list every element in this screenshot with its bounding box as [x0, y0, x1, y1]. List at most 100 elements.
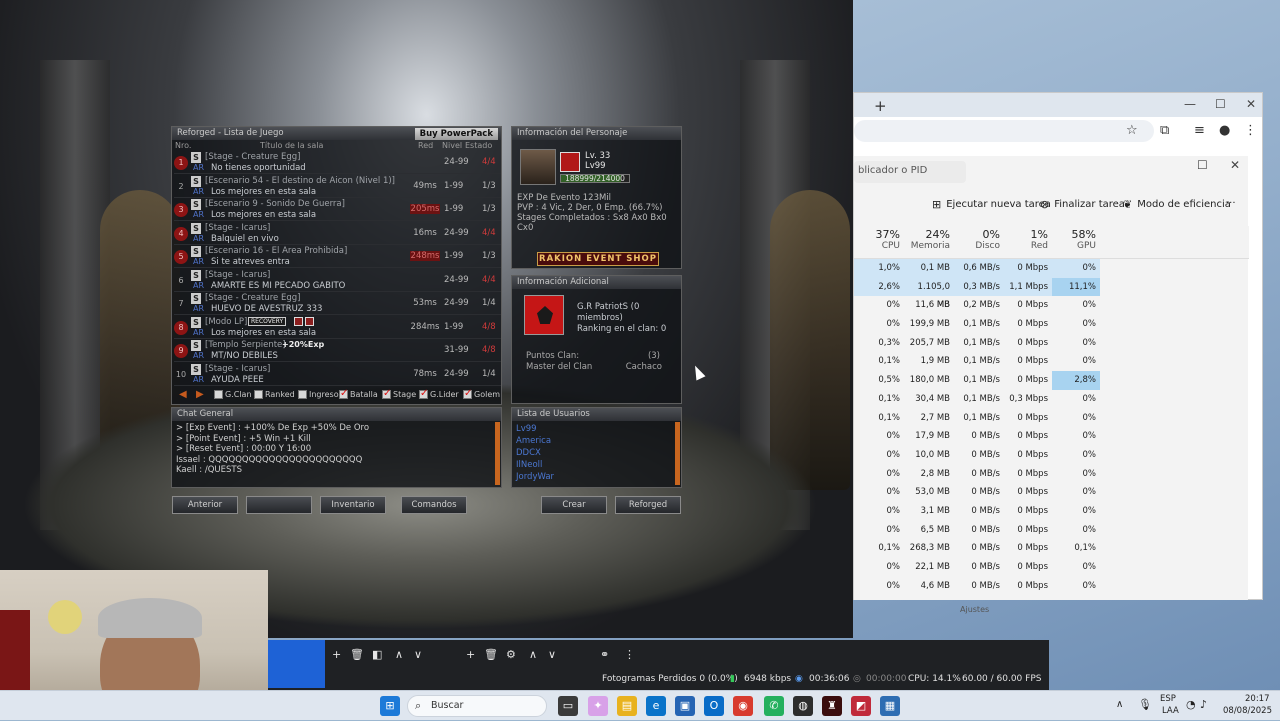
checkbox[interactable]: [339, 388, 348, 399]
clock-time[interactable]: 20:17: [1245, 694, 1270, 704]
blank-button[interactable]: [246, 496, 312, 514]
process-row[interactable]: 0,1% 2,7 MB 0,1 MB/s 0 Mbps 0%: [854, 409, 1249, 428]
room-row[interactable]: 4 S AR [Stage - Icarus] Balquiel en vivo 16ms…: [174, 222, 501, 245]
start-icon[interactable]: ⊞: [380, 696, 400, 716]
room-row[interactable]: 3 S AR [Escenario 9 - Sonido De Guerra] Los …: [174, 198, 501, 221]
copilot-icon[interactable]: ✦: [588, 696, 608, 716]
column-header-memoria[interactable]: 24% Memoria: [910, 228, 950, 251]
filter-ingreso[interactable]: Ingreso: [298, 390, 339, 399]
filter-icon[interactable]: ◧: [372, 648, 382, 661]
buy-powerpack-button[interactable]: Buy PowerPack: [414, 128, 498, 140]
process-row[interactable]: 0% 11,6 MB 0,2 MB/s 0 Mbps 0%: [854, 296, 1249, 315]
new-tab-icon[interactable]: +: [874, 97, 887, 115]
task-manager-search[interactable]: blicador o PID: [854, 161, 966, 183]
edge-icon[interactable]: e: [646, 696, 666, 716]
tm-close-icon[interactable]: ✕: [1230, 158, 1240, 172]
menu-kebab-icon[interactable]: ⋮: [1244, 123, 1257, 138]
checkbox[interactable]: [214, 390, 223, 399]
reforged-button[interactable]: Reforged: [615, 496, 681, 514]
event-shop-button[interactable]: RAKION EVENT SHOP: [537, 252, 659, 266]
gear-icon[interactable]: ⚙: [506, 648, 516, 661]
process-row[interactable]: 0% 4,6 MB 0 MB/s 0 Mbps 0%: [854, 577, 1249, 596]
task-manager-window[interactable]: blicador o PID ☐ ✕ ⊞ Ejecutar nueva tare…: [853, 156, 1249, 600]
new-task-button[interactable]: ⊞ Ejecutar nueva tarea: [932, 198, 1051, 211]
profile-avatar-icon[interactable]: ●: [1219, 123, 1230, 138]
user-name[interactable]: IlNeoll: [516, 459, 677, 471]
next-arrow-icon[interactable]: ▶: [196, 389, 204, 400]
column-header-red[interactable]: 1% Red: [1008, 228, 1048, 251]
process-row[interactable]: 0,1% 268,3 MB 0 MB/s 0 Mbps 0,1%: [854, 539, 1249, 558]
more-options-button[interactable]: ···: [1226, 198, 1236, 209]
process-row[interactable]: 0% 199,9 MB 0,1 MB/s 0 Mbps 0%: [854, 315, 1249, 334]
process-row[interactable]: 0% 10,0 MB 0 MB/s 0 Mbps 0%: [854, 446, 1249, 465]
whatsapp-icon[interactable]: ✆: [764, 696, 784, 716]
down-icon[interactable]: ∨: [414, 648, 422, 661]
process-row[interactable]: 1,0% 0,1 MB 0,6 MB/s 0 Mbps 0%: [854, 259, 1249, 278]
user-name[interactable]: JordyWar: [516, 471, 677, 483]
process-row[interactable]: 0% 3,1 MB 0 MB/s 0 Mbps 0%: [854, 502, 1249, 521]
task-manager-app-icon[interactable]: ▦: [880, 696, 900, 716]
trash-icon[interactable]: 🗑: [484, 648, 498, 661]
checkbox[interactable]: [382, 388, 391, 399]
comandos-button[interactable]: Comandos: [401, 496, 467, 514]
checkbox[interactable]: [419, 388, 428, 399]
trash-icon[interactable]: 🗑: [350, 648, 364, 661]
filter-stage[interactable]: Stage: [382, 388, 416, 399]
anterior-button[interactable]: Anterior: [172, 496, 238, 514]
add-icon[interactable]: +: [332, 648, 341, 661]
chat-scrollbar[interactable]: [495, 422, 500, 485]
language-label[interactable]: ESP: [1160, 694, 1176, 704]
close-icon[interactable]: ✕: [1246, 97, 1256, 111]
process-row[interactable]: 0,5% 180,0 MB 0,1 MB/s 0 Mbps 2,8%: [854, 371, 1249, 390]
filter-batalla[interactable]: Batalla: [339, 388, 378, 399]
process-row[interactable]: 0% 6,5 MB 0 MB/s 0 Mbps 0%: [854, 521, 1249, 540]
inventario-button[interactable]: Inventario: [320, 496, 386, 514]
chevron-up-icon[interactable]: ∧: [1116, 699, 1123, 710]
room-row[interactable]: 2 S AR [Escenario 54 - El destino de Aicon …: [174, 175, 501, 198]
room-row[interactable]: 10 S AR [Stage - Icarus] AYUDA PEEE 78ms 24-99…: [174, 363, 501, 386]
file-explorer-icon[interactable]: ▤: [617, 696, 637, 716]
filter-g-clan[interactable]: G.Clan: [214, 390, 252, 399]
user-name[interactable]: DDCX: [516, 447, 677, 459]
microphone-icon[interactable]: 🎙: [1138, 698, 1152, 711]
filter-ranked[interactable]: Ranked: [254, 390, 295, 399]
room-row[interactable]: 9 S AR [Templo Serpiente] MT/NO DEBILES +20%E…: [174, 339, 501, 362]
app-icon[interactable]: ◩: [851, 696, 871, 716]
user-name[interactable]: Lv99: [516, 423, 677, 435]
process-row[interactable]: 2,6% 1.105,0 MB 0,3 MB/s 1,1 Mbps 11,1%: [854, 277, 1249, 310]
minimize-icon[interactable]: —: [1184, 97, 1196, 111]
room-row[interactable]: 8 S AR [Modo LP] Los mejores en esta sala REC…: [174, 316, 501, 339]
process-row[interactable]: 0% 17,9 MB 0 MB/s 0 Mbps 0%: [854, 427, 1249, 446]
room-row[interactable]: 6 S AR [Stage - Icarus] AMARTE ES MI PECADO …: [174, 269, 501, 292]
process-row[interactable]: 0% 22,1 MB 0 MB/s 0 Mbps 0%: [854, 558, 1249, 577]
link-icon[interactable]: ⚭: [600, 648, 609, 661]
end-task-button[interactable]: ⊘ Finalizar tarea: [1040, 198, 1125, 211]
keyboard-layout-label[interactable]: LAA: [1162, 706, 1179, 716]
tm-maximize-icon[interactable]: ☐: [1197, 158, 1208, 172]
prev-arrow-icon[interactable]: ◀: [179, 389, 187, 400]
chrome-icon[interactable]: ◉: [733, 696, 753, 716]
filter-g-lider[interactable]: G.Lider: [419, 388, 459, 399]
user-list-scrollbar[interactable]: [675, 422, 680, 485]
efficiency-mode-button[interactable]: ❦ Modo de eficiencia: [1123, 198, 1231, 211]
media-icon[interactable]: ≡: [1194, 123, 1205, 138]
column-header-gpu[interactable]: 58% GPU: [1056, 228, 1096, 251]
up-icon[interactable]: ∧: [529, 648, 537, 661]
process-row[interactable]: 0,1% 1,9 MB 0,1 MB/s 0 Mbps 0%: [854, 352, 1249, 371]
maximize-icon[interactable]: ☐: [1215, 97, 1226, 111]
process-row[interactable]: 0% 2,8 MB 0 MB/s 0 Mbps 0%: [854, 465, 1249, 484]
checkbox[interactable]: [463, 388, 472, 399]
volume-icon[interactable]: ♪: [1200, 698, 1207, 711]
task-view-icon[interactable]: ▭: [558, 696, 578, 716]
outlook-icon[interactable]: O: [704, 696, 724, 716]
add-icon[interactable]: +: [466, 648, 475, 661]
room-row[interactable]: 1 S AR [Stage - Creature Egg] No tienes opor…: [174, 151, 501, 174]
wifi-icon[interactable]: ◔: [1186, 698, 1196, 711]
menu-kebab-icon[interactable]: ⋮: [624, 648, 635, 661]
process-row[interactable]: 0,3% 205,7 MB 0,1 MB/s 0 Mbps 0%: [854, 334, 1249, 353]
checkbox[interactable]: [298, 390, 307, 399]
obs-app-icon[interactable]: ◍: [793, 696, 813, 716]
address-bar[interactable]: [854, 120, 1154, 142]
taskbar-search[interactable]: ⌕ Buscar: [407, 695, 547, 717]
checkbox[interactable]: [254, 390, 263, 399]
